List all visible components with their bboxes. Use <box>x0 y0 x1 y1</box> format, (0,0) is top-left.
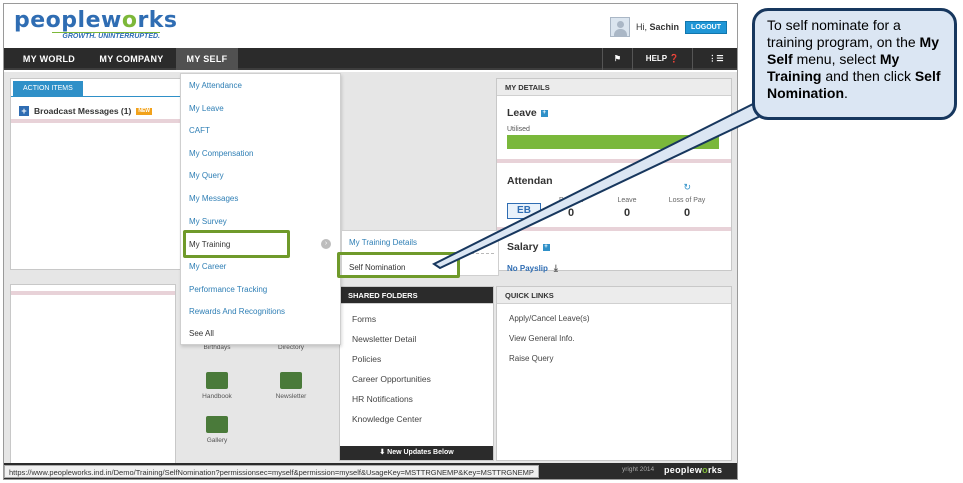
quick-link[interactable]: Apply/Cancel Leave(s) <box>509 314 589 323</box>
attendance-present: Present 0 <box>558 197 584 219</box>
menu-item-my-leave[interactable]: My Leave <box>189 104 224 113</box>
menu-item-my-survey[interactable]: My Survey <box>189 217 227 226</box>
menu-item-my-attendance[interactable]: My Attendance <box>189 81 242 90</box>
gallery-icon <box>206 416 228 433</box>
shared-folder-link[interactable]: Knowledge Center <box>352 414 422 424</box>
newspaper-icon <box>280 372 302 389</box>
refresh-icon[interactable]: ↻ <box>683 182 691 193</box>
status-bar: https://www.peopleworks.ind.in/Demo/Trai… <box>4 463 737 479</box>
chevron-right-icon: › <box>321 239 331 249</box>
shared-folder-link[interactable]: Newsletter Detail <box>352 334 416 344</box>
logout-button[interactable]: LOGOUT <box>685 20 727 34</box>
logo-wordmark: peopleworks <box>14 8 178 33</box>
menu-item-my-compensation[interactable]: My Compensation <box>189 149 253 158</box>
quick-links-title: QUICK LINKS <box>497 287 731 304</box>
menu-item-performance-tracking[interactable]: Performance Tracking <box>189 285 267 294</box>
left-panel <box>10 284 176 464</box>
instruction-callout: To self nominate for a training program,… <box>752 8 957 120</box>
quick-link[interactable]: Raise Query <box>509 354 553 363</box>
my-details-panel: MY DETAILS Leave + Utilised ce Attendan ↻… <box>496 78 732 274</box>
quick-link[interactable]: View General Info. <box>509 334 575 343</box>
download-icon[interactable]: ⤓ <box>554 263 558 274</box>
greeting: Hi, Sachin <box>636 22 680 32</box>
submenu-item-training-details[interactable]: My Training Details <box>349 238 417 247</box>
divider <box>497 159 731 163</box>
header: peopleworks GROWTH. UNINTERRUPTED. Hi, S… <box>4 4 737 48</box>
menu-item-my-training[interactable]: My Training <box>189 240 230 249</box>
menu-item-caft[interactable]: CAFT <box>189 126 210 135</box>
menu-item-my-messages[interactable]: My Messages <box>189 194 238 203</box>
birthdays-shortcut[interactable]: Birthdays <box>182 344 252 351</box>
down-arrow-icon: ⬇ <box>379 449 386 456</box>
help-button[interactable]: HELP ❓ <box>632 48 692 70</box>
broadcast-label: Broadcast Messages (1) <box>34 106 132 116</box>
logo-tagline: GROWTH. UNINTERRUPTED. <box>52 32 160 41</box>
broadcast-messages-row[interactable]: + Broadcast Messages (1) NEW <box>19 106 152 116</box>
menu-item-my-career[interactable]: My Career <box>189 262 226 271</box>
peopleworks-logo[interactable]: peopleworks GROWTH. UNINTERRUPTED. <box>14 10 178 41</box>
my-training-submenu: My Training Details Self Nomination <box>337 230 499 278</box>
nav-my-world[interactable]: MY WORLD <box>12 48 86 70</box>
newsletter-shortcut[interactable]: Newsletter <box>256 372 326 400</box>
expand-icon[interactable]: + <box>540 109 548 117</box>
quick-links-panel: QUICK LINKS Apply/Cancel Leave(s) View G… <box>496 286 732 461</box>
shared-folders-panel: SHARED FOLDERS Forms Newsletter Detail P… <box>339 286 494 461</box>
leave-progress-bar <box>507 135 719 149</box>
user-name: Sachin <box>649 22 680 32</box>
main-nav: MY WORLD MY COMPANY MY SELF ⚑ HELP ❓ ⋮☰ <box>4 48 737 70</box>
nav-my-self[interactable]: MY SELF <box>176 48 238 70</box>
shared-folders-title: SHARED FOLDERS <box>340 287 493 304</box>
divider <box>11 291 175 295</box>
menu-toggle-icon[interactable]: ⋮☰ <box>692 48 737 70</box>
avatar[interactable] <box>610 17 631 37</box>
copyright: yright 2014 <box>622 466 655 473</box>
divider <box>497 227 731 231</box>
handbook-shortcut[interactable]: Handbook <box>182 372 252 400</box>
new-updates-button[interactable]: ⬇ New Updates Below <box>340 446 493 460</box>
attendance-month[interactable]: EB <box>507 203 541 219</box>
flag-icon[interactable]: ⚑ <box>602 48 632 70</box>
shared-folder-link[interactable]: Forms <box>352 314 376 324</box>
my-self-dropdown-menu: My Attendance My Leave CAFT My Compensat… <box>180 73 341 345</box>
payslip-link[interactable]: No Payslip ⤓ <box>507 263 558 274</box>
shared-folder-link[interactable]: Policies <box>352 354 381 364</box>
leave-section-title[interactable]: Leave + <box>507 107 548 119</box>
status-url: https://www.peopleworks.ind.in/Demo/Trai… <box>4 465 539 478</box>
app-window: peopleworks GROWTH. UNINTERRUPTED. Hi, S… <box>3 3 738 480</box>
directory-shortcut[interactable]: Directory <box>256 344 326 351</box>
menu-item-my-query[interactable]: My Query <box>189 171 224 180</box>
submenu-item-self-nomination[interactable]: Self Nomination <box>349 263 405 272</box>
menu-item-rewards[interactable]: Rewards And Recognitions <box>189 307 285 316</box>
tab-action-items[interactable]: ACTION ITEMS <box>13 81 83 96</box>
nav-my-company[interactable]: MY COMPANY <box>88 48 175 70</box>
help-icon: ❓ <box>669 54 680 63</box>
book-icon <box>206 372 228 389</box>
expand-icon[interactable]: + <box>542 243 550 251</box>
footer-logo: peopleworks <box>664 465 723 475</box>
attendance-section-title[interactable]: Attendan <box>507 175 553 187</box>
shared-folder-link[interactable]: Career Opportunities <box>352 374 431 384</box>
shared-folder-link[interactable]: HR Notifications <box>352 394 413 404</box>
scrollbar[interactable] <box>737 70 738 463</box>
my-details-title: MY DETAILS <box>497 79 731 96</box>
expand-icon[interactable]: + <box>19 106 29 116</box>
utilised-label: Utilised <box>507 126 530 133</box>
attendance-leave: Leave 0 <box>617 197 637 219</box>
attendance-loss-of-pay: Loss of Pay 0 <box>668 197 706 219</box>
balance-label: ce <box>713 126 721 133</box>
menu-item-see-all[interactable]: See All <box>189 329 214 338</box>
salary-section-title[interactable]: Salary + <box>507 241 550 253</box>
gallery-shortcut[interactable]: Gallery <box>182 416 252 444</box>
new-badge: NEW <box>136 107 152 115</box>
user-area: Hi, Sachin LOGOUT <box>610 17 727 37</box>
